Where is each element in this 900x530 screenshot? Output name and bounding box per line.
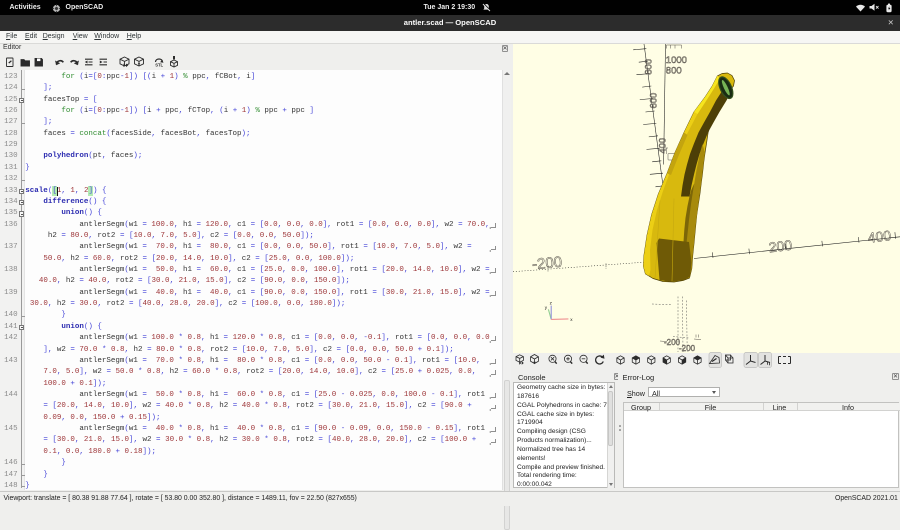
svg-text:1000: 1000 (666, 55, 687, 66)
svg-text:800: 800 (666, 65, 682, 76)
svg-text:600: 600 (648, 92, 659, 108)
svg-text:STL: STL (155, 63, 163, 68)
svg-text:800: 800 (643, 58, 654, 74)
svg-text:400: 400 (658, 137, 669, 153)
svg-text:-200: -200 (531, 253, 562, 273)
svg-text:200: 200 (768, 236, 793, 255)
svg-text:400: 400 (867, 227, 892, 246)
